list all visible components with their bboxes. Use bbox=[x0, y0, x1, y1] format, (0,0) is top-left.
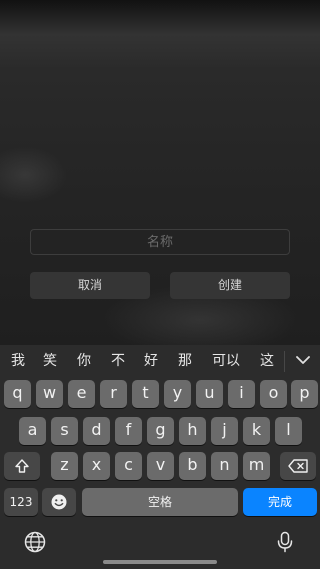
key-r[interactable]: r bbox=[100, 380, 127, 408]
emoji-key[interactable] bbox=[42, 488, 76, 516]
key-k[interactable]: k bbox=[243, 417, 270, 445]
candidate-item[interactable]: 可以 bbox=[205, 345, 247, 378]
cancel-button[interactable]: 取消 bbox=[30, 272, 150, 299]
key-t[interactable]: t bbox=[132, 380, 159, 408]
create-button[interactable]: 创建 bbox=[170, 272, 290, 299]
key-g[interactable]: g bbox=[147, 417, 174, 445]
key-b[interactable]: b bbox=[179, 452, 206, 480]
key-y[interactable]: y bbox=[164, 380, 191, 408]
key-c[interactable]: c bbox=[115, 452, 142, 480]
key-q[interactable]: q bbox=[4, 380, 31, 408]
emoji-icon bbox=[42, 488, 76, 516]
key-w[interactable]: w bbox=[36, 380, 63, 408]
candidate-item[interactable]: 好 bbox=[137, 345, 165, 378]
key-u[interactable]: u bbox=[196, 380, 223, 408]
key-j[interactable]: j bbox=[211, 417, 238, 445]
candidate-item[interactable]: 那 bbox=[171, 345, 199, 378]
key-i[interactable]: i bbox=[228, 380, 255, 408]
key-h[interactable]: h bbox=[179, 417, 206, 445]
shift-key[interactable] bbox=[4, 452, 40, 480]
key-a[interactable]: a bbox=[19, 417, 46, 445]
key-n[interactable]: n bbox=[211, 452, 238, 480]
candidate-item[interactable]: 不 bbox=[104, 345, 132, 378]
candidate-item[interactable]: 我 bbox=[4, 345, 32, 378]
key-f[interactable]: f bbox=[115, 417, 142, 445]
globe-icon[interactable] bbox=[23, 530, 47, 554]
key-m[interactable]: m bbox=[243, 452, 270, 480]
space-key[interactable]: 空格 bbox=[82, 488, 238, 516]
key-l[interactable]: l bbox=[275, 417, 302, 445]
key-e[interactable]: e bbox=[68, 380, 95, 408]
numbers-key[interactable]: 123 bbox=[4, 488, 38, 516]
done-key[interactable]: 完成 bbox=[243, 488, 317, 516]
key-p[interactable]: p bbox=[291, 380, 318, 408]
candidate-item[interactable]: 笑 bbox=[36, 345, 64, 378]
key-x[interactable]: x bbox=[83, 452, 110, 480]
candidate-divider bbox=[284, 351, 285, 372]
keyboard: 我 笑 你 不 好 那 可以 这 q w e r t y u i o p a s… bbox=[0, 345, 320, 569]
home-indicator bbox=[103, 560, 217, 564]
shift-icon bbox=[4, 452, 40, 480]
microphone-icon[interactable] bbox=[273, 530, 297, 554]
key-z[interactable]: z bbox=[51, 452, 78, 480]
candidate-item[interactable]: 你 bbox=[70, 345, 98, 378]
chevron-down-icon[interactable] bbox=[286, 345, 320, 378]
key-d[interactable]: d bbox=[83, 417, 110, 445]
key-s[interactable]: s bbox=[51, 417, 78, 445]
key-v[interactable]: v bbox=[147, 452, 174, 480]
key-o[interactable]: o bbox=[260, 380, 287, 408]
candidate-item[interactable]: 这 bbox=[253, 345, 281, 378]
candidate-bar: 我 笑 你 不 好 那 可以 这 bbox=[0, 345, 320, 378]
delete-key[interactable] bbox=[280, 452, 316, 480]
name-input[interactable] bbox=[30, 229, 290, 255]
backspace-icon bbox=[280, 452, 316, 480]
